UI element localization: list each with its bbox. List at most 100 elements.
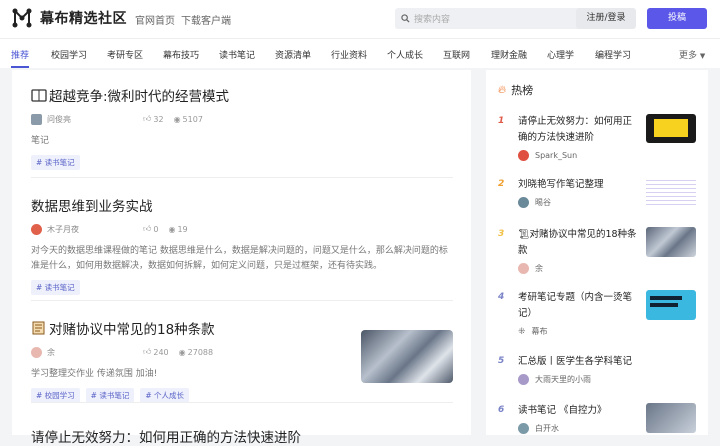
hot-item-thumbnail[interactable] (646, 114, 696, 143)
tab-psychology[interactable]: 心理学 (547, 48, 574, 61)
tab-recommend[interactable]: 推荐 (11, 48, 29, 61)
avatar[interactable] (518, 423, 529, 434)
tag-list: # 读书笔记 (31, 280, 453, 295)
hot-item-thumbnail[interactable] (646, 403, 696, 433)
hot-item[interactable]: 2 刘晓艳写作笔记整理 晹谷 (498, 177, 698, 217)
hot-item[interactable]: 3 📜︎对赌协议中常见的18种条款 余 (498, 227, 698, 277)
tab-finance[interactable]: 理财金融 (491, 48, 527, 61)
tab-programming[interactable]: 编程学习 (595, 48, 631, 61)
article-meta: 余 👍︎ 240 ◉ 27088 (31, 346, 341, 358)
tag[interactable]: # 个人成长 (140, 388, 190, 403)
article-title[interactable]: 对赌协议中常见的18种条款 (31, 318, 341, 338)
author-name[interactable]: Spark_Sun (535, 151, 577, 160)
hot-item-author: Spark_Sun (518, 150, 577, 161)
divider (31, 177, 453, 178)
submit-button[interactable]: 投稿 (647, 8, 707, 29)
avatar[interactable] (518, 150, 529, 161)
tab-reading-notes[interactable]: 读书笔记 (219, 48, 255, 61)
tab-resources[interactable]: 资源清单 (275, 48, 311, 61)
hot-list-header: 🔥︎ 热榜 (498, 82, 533, 98)
author-name[interactable]: 大雨天里的小雨 (535, 374, 591, 385)
avatar[interactable] (31, 113, 42, 125)
hot-item-title[interactable]: 刘晓艳写作笔记整理 (518, 177, 640, 193)
eye-icon: ◉ (168, 224, 176, 234)
article-desc: 对今天的数据思维课程做的笔记 数据思维是什么，数据是解决问题的，问题又是什么，那… (31, 246, 448, 271)
hot-item-title[interactable]: 考研笔记专题（内含一烫笔记） (518, 290, 640, 322)
active-tab-indicator (11, 66, 29, 68)
likes-value: 32 (153, 114, 164, 124)
link-download[interactable]: 下载客户端 (181, 12, 231, 27)
hot-item-author: 晹谷 (518, 197, 551, 208)
category-nav: 推荐 校园学习 考研专区 幕布技巧 读书笔记 资源清单 行业资料 个人成长 互联… (0, 38, 720, 68)
search-input[interactable]: 搜索内容 (395, 8, 593, 29)
tag-list: # 校园学习 # 读书笔记 # 个人成长 (31, 388, 341, 403)
thumbs-up-icon: 👍︎ (143, 347, 152, 356)
view-count: ◉ 5107 (174, 115, 203, 124)
logo[interactable]: 幕布精选社区 (12, 8, 127, 28)
list-item[interactable]: 超越竞争:微利时代的经营模式 问俊亮 👍︎ 32 ◉ 5107 笔记 # 读书笔记 (31, 85, 453, 170)
list-item[interactable]: 对赌协议中常见的18种条款 余 👍︎ 240 ◉ 27088 学习整理交作业 传递氛… (31, 318, 341, 403)
hot-item-title[interactable]: 请停止无效努力：如何用正确的方法快速进阶 (518, 114, 640, 146)
hot-item-thumbnail[interactable] (646, 177, 696, 207)
hot-item[interactable]: 6 读书笔记 《自控力》 白开水 (498, 403, 698, 443)
rank-number: 3 (498, 229, 505, 239)
article-list: 超越竞争:微利时代的经营模式 问俊亮 👍︎ 32 ◉ 5107 笔记 # 读书笔记 … (12, 70, 471, 446)
author-name[interactable]: 晹谷 (535, 197, 551, 208)
chevron-down-icon: ▼ (699, 52, 706, 60)
fire-icon: 🔥︎ (498, 83, 507, 96)
tag[interactable]: # 读书笔记 (85, 388, 135, 403)
hot-item-thumbnail[interactable] (646, 227, 696, 257)
article-meta: 木子月夜 👍︎ 0 ◉ 19 (31, 223, 453, 235)
divider (31, 300, 453, 301)
scroll-icon: 📜︎ (518, 230, 530, 240)
author-name[interactable]: 白开水 (535, 423, 559, 434)
article-title[interactable]: 请停止无效努力：如何用正确的方法快速进阶 (31, 426, 453, 446)
tab-tips[interactable]: 幕布技巧 (163, 48, 199, 61)
author-name[interactable]: 余 (47, 347, 143, 358)
tab-kaoyan[interactable]: 考研专区 (107, 48, 143, 61)
tab-campus[interactable]: 校园学习 (51, 48, 87, 61)
hot-item[interactable]: 1 请停止无效努力：如何用正确的方法快速进阶 Spark_Sun (498, 114, 698, 164)
link-homepage[interactable]: 官网首页 (135, 12, 175, 27)
list-item[interactable]: 数据思维到业务实战 木子月夜 👍︎ 0 ◉ 19 对今天的数据思维课程做的笔记 数据… (31, 195, 453, 295)
hot-item-title[interactable]: 📜︎对赌协议中常见的18种条款 (518, 227, 640, 259)
likes-value: 240 (153, 347, 169, 357)
hot-list-title: 热榜 (511, 84, 534, 97)
more-menu[interactable]: 更多 ▼ (679, 48, 705, 61)
author-name[interactable]: 木子月夜 (47, 224, 143, 235)
tab-growth[interactable]: 个人成长 (387, 48, 423, 61)
article-title[interactable]: 超越竞争:微利时代的经营模式 (31, 85, 453, 105)
search-placeholder: 搜索内容 (414, 15, 451, 25)
tag[interactable]: # 读书笔记 (31, 280, 80, 295)
author-name[interactable]: 余 (535, 263, 543, 274)
thumbs-up-icon: 👍︎ (143, 224, 152, 233)
author-name[interactable]: 问俊亮 (47, 114, 143, 125)
article-thumbnail[interactable] (361, 330, 453, 383)
hot-item[interactable]: 5 汇总版丨医学生各学科笔记 大雨天里的小雨 (498, 354, 698, 394)
like-count: 👍︎ 0 (143, 224, 158, 234)
tab-internet[interactable]: 互联网 (443, 48, 470, 61)
top-bar: 幕布精选社区 官网首页 下载客户端 搜索内容 注册/登录 投稿 (0, 0, 720, 38)
login-button[interactable]: 注册/登录 (576, 8, 636, 29)
tag[interactable]: # 校园学习 (31, 388, 80, 403)
hot-item-author: 白开水 (518, 423, 559, 434)
tag[interactable]: # 读书笔记 (31, 155, 80, 170)
hot-item[interactable]: 4 考研笔记专题（内含一烫笔记） ⁜ 幕布 (498, 290, 698, 340)
article-title[interactable]: 数据思维到业务实战 (31, 195, 453, 215)
author-name[interactable]: 幕布 (532, 326, 548, 337)
article-title-text: 超越竞争:微利时代的经营模式 (49, 89, 230, 105)
hot-item-title-text: 对赌协议中常见的18种条款 (518, 229, 637, 256)
tab-industry[interactable]: 行业资料 (331, 48, 367, 61)
avatar[interactable] (518, 197, 529, 208)
avatar[interactable] (518, 263, 529, 274)
hot-item-title[interactable]: 汇总版丨医学生各学科笔记 (518, 354, 640, 370)
avatar[interactable] (31, 223, 42, 235)
hot-item-thumbnail[interactable] (646, 290, 696, 320)
hot-item-title[interactable]: 读书笔记 《自控力》 (518, 403, 640, 419)
avatar[interactable] (31, 346, 42, 358)
list-item[interactable]: 请停止无效努力：如何用正确的方法快速进阶 (31, 426, 453, 446)
avatar[interactable] (518, 374, 529, 385)
mubu-logo-icon: ⁜ (518, 326, 526, 337)
scroll-icon (32, 321, 45, 335)
article-title-text: 对赌协议中常见的18种条款 (49, 322, 215, 338)
